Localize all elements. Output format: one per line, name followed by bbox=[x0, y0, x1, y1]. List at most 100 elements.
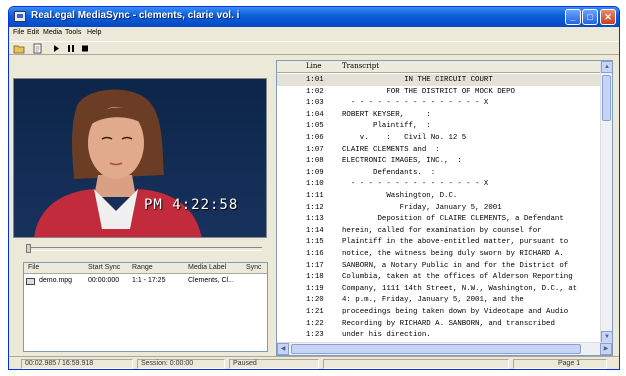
menu-file[interactable]: File bbox=[13, 29, 24, 36]
transcript-row[interactable]: 1:20 4: p.m., Friday, January 5, 2001, an… bbox=[277, 294, 600, 306]
media-list: File Start Sync Range Media Label Sync d… bbox=[23, 262, 268, 352]
status-session: Session: 0:00:00 bbox=[137, 359, 225, 369]
media-range: 1:1 - 17:25 bbox=[132, 277, 166, 284]
transcript-text: - - - - - - - - - - - - - - - X bbox=[342, 99, 489, 108]
transcript-line-number: 1:15 bbox=[306, 238, 324, 247]
video-timestamp: PM 4:22:58 bbox=[144, 197, 239, 213]
horizontal-scroll-thumb[interactable] bbox=[291, 344, 581, 354]
status-page: Page 1 bbox=[513, 359, 607, 369]
transcript-row[interactable]: 1:23 under his direction. bbox=[277, 329, 600, 341]
transcript-text: SANBORN, a Notary Public in and for the … bbox=[342, 261, 569, 270]
transcript-row[interactable]: 1:04 ROBERT KEYSER, : bbox=[277, 109, 600, 121]
transcript-line-number: 1:06 bbox=[306, 134, 324, 142]
transcript-row[interactable]: 1:03 - - - - - - - - - - - - - - - X bbox=[277, 97, 600, 109]
transcript-line-number: 1:22 bbox=[306, 319, 324, 328]
transcript-text: proceedings being taken down by Videotap… bbox=[342, 308, 569, 316]
transcript-row[interactable]: 1:10 - - - - - - - - - - - - - - - X bbox=[277, 178, 600, 190]
transcript-line-number: 1:23 bbox=[306, 331, 324, 340]
transcript-row[interactable]: 1:18 Columbia, taken at the offices of Al… bbox=[277, 271, 600, 283]
col-transcript[interactable]: Transcript bbox=[342, 62, 379, 70]
transcript-line-number: 1:12 bbox=[306, 203, 324, 212]
transcript-line-number: 1:05 bbox=[306, 122, 324, 131]
col-line[interactable]: Line bbox=[306, 62, 322, 70]
transcript-text: CLAIRE CLEMENTS and : bbox=[342, 145, 440, 154]
transcript-line-number: 1:01 bbox=[306, 76, 324, 84]
transcript-row[interactable]: 1:05 Plaintiff, : bbox=[277, 120, 600, 132]
transcript-row[interactable]: 1:06 v. : Civil No. 12 5 bbox=[277, 132, 600, 144]
transcript-line-number: 1:08 bbox=[306, 157, 324, 166]
status-position: 00:02.985 / 16:59.918 bbox=[21, 359, 133, 369]
transcript-text: ROBERT KEYSER, : bbox=[342, 110, 431, 119]
video-file-icon bbox=[26, 278, 35, 285]
play-icon[interactable] bbox=[50, 43, 62, 54]
media-row[interactable]: demo.mpg 00:00:000 1:1 - 17:25 Clements,… bbox=[24, 276, 267, 287]
menu-help[interactable]: Help bbox=[87, 29, 101, 36]
pause-icon[interactable] bbox=[65, 43, 77, 54]
transcript-text: - - - - - - - - - - - - - - - X bbox=[342, 180, 489, 189]
transcript-line-number: 1:13 bbox=[306, 215, 324, 224]
transcript-line-number: 1:02 bbox=[306, 87, 324, 96]
transcript-row[interactable]: 1:02 FOR THE DISTRICT OF MOCK DEPO bbox=[277, 86, 600, 98]
transcript-row[interactable]: 1:12 Friday, January 5, 2001 bbox=[277, 202, 600, 214]
status-panel bbox=[323, 359, 509, 369]
vertical-scrollbar[interactable]: ▲ ▼ bbox=[600, 61, 612, 343]
col-media-label[interactable]: Media Label bbox=[188, 264, 226, 271]
transcript-text: Company, 1111 14th Street, N.W., Washing… bbox=[342, 284, 578, 293]
transcript-text: Recording by RICHARD A. SANBORN, and tra… bbox=[342, 319, 555, 328]
seek-thumb[interactable] bbox=[26, 244, 31, 253]
menu-tools[interactable]: Tools bbox=[65, 29, 81, 36]
transcript-row[interactable]: 1:15 Plaintiff in the above-entitled matt… bbox=[277, 236, 600, 248]
transcript-row[interactable]: 1:08 ELECTRONIC IMAGES, INC., : bbox=[277, 155, 600, 167]
menu-edit[interactable]: Edit bbox=[27, 29, 39, 36]
transcript-row[interactable]: 1:16 notice, the witness being duly sworn… bbox=[277, 248, 600, 260]
transcript-row[interactable]: 1:13 Deposition of CLAIRE CLEMENTS, a De… bbox=[277, 213, 600, 225]
transcript-header: Line Transcript bbox=[277, 61, 600, 73]
media-label: Clements, Cl... bbox=[188, 277, 234, 284]
stop-icon[interactable] bbox=[79, 43, 91, 54]
transcript-text: under his direction. bbox=[342, 331, 431, 340]
video-frame bbox=[14, 79, 266, 237]
minimize-button[interactable]: _ bbox=[565, 9, 581, 25]
transcript-row[interactable]: 1:07 CLAIRE CLEMENTS and : bbox=[277, 144, 600, 156]
transcript-row[interactable]: 1:19 Company, 1111 14th Street, N.W., Was… bbox=[277, 283, 600, 295]
transcript-row[interactable]: 1:11 Washington, D.C. bbox=[277, 190, 600, 202]
title-bar[interactable]: Real.egal MediaSync - clements, clarie v… bbox=[9, 7, 619, 27]
col-file[interactable]: File bbox=[28, 264, 39, 271]
transcript-row[interactable]: 1:21 proceedings being taken down by Vide… bbox=[277, 306, 600, 318]
col-range[interactable]: Range bbox=[132, 264, 153, 271]
scroll-up-icon[interactable]: ▲ bbox=[601, 61, 612, 73]
media-list-header: File Start Sync Range Media Label Sync bbox=[24, 263, 267, 274]
horizontal-scrollbar[interactable]: ◀ ▶ bbox=[277, 342, 612, 355]
vertical-scroll-thumb[interactable] bbox=[602, 75, 611, 121]
transcript-text: Defendants. : bbox=[342, 168, 436, 177]
transcript-line-number: 1:17 bbox=[306, 261, 324, 270]
transcript-text: Washington, D.C. bbox=[342, 192, 458, 200]
close-button[interactable]: ✕ bbox=[600, 9, 616, 25]
transcript-text: Columbia, taken at the offices of Alders… bbox=[342, 273, 573, 282]
maximize-button[interactable]: □ bbox=[582, 9, 598, 25]
transcript-row[interactable]: 1:14 herein, called for examination by co… bbox=[277, 225, 600, 237]
transcript-row[interactable]: 1:17 SANBORN, a Notary Public in and for … bbox=[277, 260, 600, 272]
transcript-line-number: 1:21 bbox=[306, 308, 324, 316]
document-icon[interactable] bbox=[31, 43, 43, 54]
media-start-sync: 00:00:000 bbox=[88, 277, 120, 284]
col-start-sync[interactable]: Start Sync bbox=[88, 264, 120, 271]
transcript-row[interactable]: 1:01 IN THE CIRCUIT COURT bbox=[277, 74, 600, 86]
video-player[interactable]: PM 4:22:58 bbox=[13, 78, 267, 238]
col-sync[interactable]: Sync bbox=[246, 264, 262, 271]
transcript-text: FOR THE DISTRICT OF MOCK DEPO bbox=[342, 87, 515, 96]
transcript-grid[interactable]: Line Transcript 1:01 IN THE CIRCUIT COUR… bbox=[276, 60, 613, 356]
media-file: demo.mpg bbox=[39, 277, 73, 284]
open-folder-icon[interactable] bbox=[13, 43, 25, 54]
scroll-left-icon[interactable]: ◀ bbox=[277, 343, 289, 355]
transcript-row[interactable]: 1:09 Defendants. : bbox=[277, 167, 600, 179]
transcript-line-number: 1:14 bbox=[306, 226, 324, 235]
transcript-text: Plaintiff in the above-entitled matter, … bbox=[342, 238, 569, 247]
transcript-text: v. : Civil No. 12 5 bbox=[342, 134, 467, 142]
scroll-right-icon[interactable]: ▶ bbox=[600, 343, 612, 355]
seek-track[interactable] bbox=[26, 244, 262, 253]
transcript-row[interactable]: 1:22 Recording by RICHARD A. SANBORN, and… bbox=[277, 318, 600, 330]
transcript-text: herein, called for examination by counse… bbox=[342, 226, 542, 235]
transcript-line-number: 1:09 bbox=[306, 168, 324, 177]
menu-media[interactable]: Media bbox=[43, 29, 62, 36]
